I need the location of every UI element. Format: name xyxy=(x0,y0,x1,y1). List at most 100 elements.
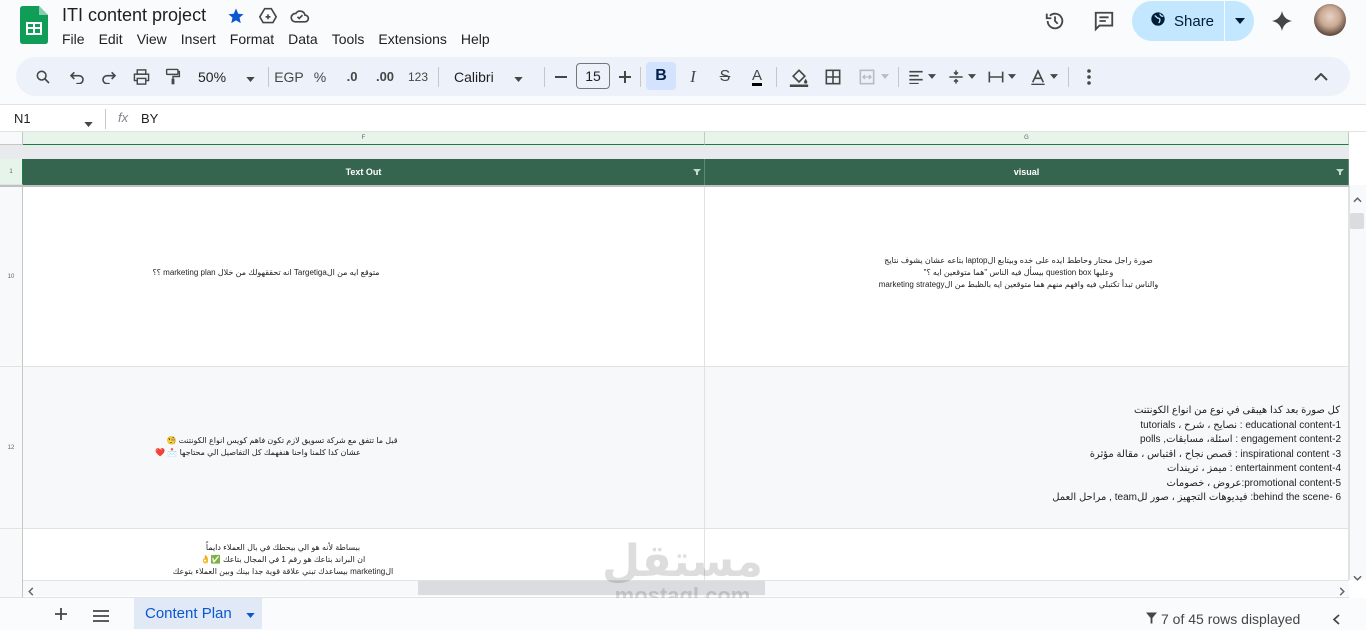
borders-icon[interactable] xyxy=(820,57,846,96)
vertical-scroll-thumb[interactable] xyxy=(1350,213,1364,229)
cell-text-line: 3- inspirational content : قصص نجاح ، اق… xyxy=(1089,449,1341,460)
title-bar: ITI content project File Edit View Inser… xyxy=(0,0,1366,54)
fx-icon: fx xyxy=(118,110,129,125)
zoom-select[interactable]: 50% xyxy=(194,57,260,96)
all-sheets-icon[interactable] xyxy=(93,609,109,627)
cell-visual[interactable]: صورة راجل محتار وحاطط ايده على خده وبيتا… xyxy=(705,187,1349,367)
add-sheet-icon[interactable] xyxy=(54,607,68,626)
text-color-label: A xyxy=(751,66,762,86)
side-panel-collapse-icon[interactable] xyxy=(1332,612,1340,630)
menu-view[interactable]: View xyxy=(137,28,175,50)
share-button[interactable]: Share xyxy=(1132,1,1254,41)
cell-visual[interactable]: كل صورة بعد كدا هيبقى في نوع من انواع ال… xyxy=(705,367,1349,529)
account-avatar[interactable] xyxy=(1314,4,1346,36)
collapse-menus-icon[interactable] xyxy=(1308,57,1334,96)
more-formats-button[interactable]: 123 xyxy=(406,57,430,96)
decrease-font-size-icon[interactable] xyxy=(550,57,572,96)
fill-color-icon[interactable] xyxy=(786,57,812,96)
column-header-g[interactable]: G xyxy=(705,132,1349,145)
frozen-row-divider xyxy=(0,145,1349,159)
menu-format[interactable]: Format xyxy=(230,28,282,50)
menu-tools[interactable]: Tools xyxy=(332,28,373,50)
star-icon[interactable] xyxy=(226,6,246,26)
decrease-decimal-button[interactable]: .0 xyxy=(340,57,364,96)
text-rotation-icon[interactable] xyxy=(1024,57,1064,96)
row-number-13[interactable] xyxy=(0,529,23,598)
italic-button[interactable]: I xyxy=(680,57,706,96)
vertical-align-icon[interactable] xyxy=(944,57,980,96)
spreadsheet-grid: F G 1 Text Out visual 10 متوقع ايه من ال… xyxy=(0,132,1366,598)
cell-text-line: والناس تبدأ تكتبلي فيه وافهم منهم هما مت… xyxy=(878,280,1159,289)
menu-file[interactable]: File xyxy=(62,28,93,50)
version-history-icon[interactable] xyxy=(1043,9,1067,33)
undo-icon[interactable] xyxy=(64,57,90,96)
merge-cells-icon[interactable] xyxy=(854,57,894,96)
horizontal-align-icon[interactable] xyxy=(904,57,940,96)
sheet-tab-content-plan[interactable]: Content Plan xyxy=(134,598,262,629)
select-all-corner[interactable] xyxy=(0,132,23,145)
rows-displayed-status: 7 of 45 rows displayed xyxy=(1146,611,1300,627)
header-cell-text-out[interactable]: Text Out xyxy=(23,159,705,185)
document-title[interactable]: ITI content project xyxy=(62,4,206,26)
cell-text-out[interactable]: متوقع ايه من الTargetiga انه تحققهولك من… xyxy=(23,187,705,367)
cell-text-line: 4-entertainment content : ميمز ، تريندات xyxy=(1167,463,1341,474)
comments-icon[interactable] xyxy=(1092,9,1116,33)
text-wrapping-icon[interactable] xyxy=(984,57,1020,96)
sheets-logo-icon[interactable] xyxy=(20,6,48,44)
cell-text-line: 6 -behind the scene: فيديوهات التجهيز ، … xyxy=(1052,492,1341,503)
more-options-icon[interactable] xyxy=(1076,57,1102,96)
paint-format-icon[interactable] xyxy=(160,57,186,96)
share-dropdown-icon[interactable] xyxy=(1225,1,1254,41)
name-box-dropdown-icon[interactable] xyxy=(84,114,93,132)
decrease-decimal-label: .0 xyxy=(346,69,358,84)
cell-text-line: صورة راجل محتار وحاطط ايده على خده وبيتا… xyxy=(884,256,1153,265)
share-label: Share xyxy=(1174,12,1215,30)
column-header-f[interactable]: F xyxy=(23,132,705,145)
cell-text-line: 2-engagement content : اسئلة، مسابقات, p… xyxy=(1139,434,1341,445)
header-cell-visual[interactable]: visual xyxy=(705,159,1349,185)
header-visual-label: visual xyxy=(1013,167,1040,177)
filter-icon[interactable] xyxy=(1336,167,1344,175)
cell-text-out[interactable]: قبل ما تتفق مع شركة تسويق لازم تكون فاهم… xyxy=(23,367,705,529)
scroll-down-icon[interactable] xyxy=(1353,568,1362,586)
font-value: Calibri xyxy=(454,68,494,85)
font-size-input[interactable]: 15 xyxy=(576,63,610,89)
name-box[interactable]: N1 xyxy=(14,111,31,126)
font-select[interactable]: Calibri xyxy=(446,57,536,96)
increase-decimal-button[interactable]: .00 xyxy=(372,57,398,96)
bold-button[interactable]: B xyxy=(646,62,676,90)
search-menus-icon[interactable] xyxy=(30,57,56,96)
strikethrough-button[interactable]: S xyxy=(712,57,738,96)
menu-extensions[interactable]: Extensions xyxy=(378,28,454,50)
format-percent-button[interactable]: % xyxy=(310,57,330,96)
cloud-status-icon[interactable] xyxy=(290,6,310,26)
menu-data[interactable]: Data xyxy=(288,28,326,50)
zoom-dropdown-icon xyxy=(246,69,255,85)
format-currency-button[interactable]: EGP xyxy=(274,57,304,96)
menu-edit[interactable]: Edit xyxy=(99,28,131,50)
formula-input[interactable]: BY xyxy=(141,111,158,126)
globe-icon xyxy=(1150,11,1166,31)
filter-icon[interactable] xyxy=(693,167,701,175)
menu-help[interactable]: Help xyxy=(461,28,498,50)
row-number-1[interactable]: 1 xyxy=(0,159,23,185)
increase-font-size-icon[interactable] xyxy=(614,57,636,96)
scroll-up-icon[interactable] xyxy=(1353,190,1362,208)
sheet-tab-dropdown-icon[interactable] xyxy=(246,605,255,622)
zoom-value: 50% xyxy=(198,68,227,85)
cell-text: متوقع ايه من الTargetiga انه تحققهولك من… xyxy=(152,268,380,277)
move-to-drive-icon[interactable] xyxy=(258,6,278,26)
redo-icon[interactable] xyxy=(96,57,122,96)
menu-insert[interactable]: Insert xyxy=(181,28,224,50)
horizontal-scroll-thumb[interactable] xyxy=(418,581,765,595)
cell-text-line: ببساطة لأنه هو الي بيحطك في بال العملاء … xyxy=(205,543,361,552)
sheet-tab-label: Content Plan xyxy=(145,605,232,622)
cell-text-line: كل صورة بعد كدا هيبقى في نوع من انواع ال… xyxy=(1133,405,1340,416)
text-color-button[interactable]: A xyxy=(744,57,770,96)
formula-bar: N1 fx BY xyxy=(0,104,1366,132)
row-number-12[interactable]: 12 xyxy=(0,367,23,529)
print-icon[interactable] xyxy=(128,57,154,96)
row-number-10[interactable]: 10 xyxy=(0,187,23,367)
gemini-sparkle-icon[interactable] xyxy=(1270,9,1294,33)
vertical-scrollbar[interactable] xyxy=(1349,185,1366,580)
